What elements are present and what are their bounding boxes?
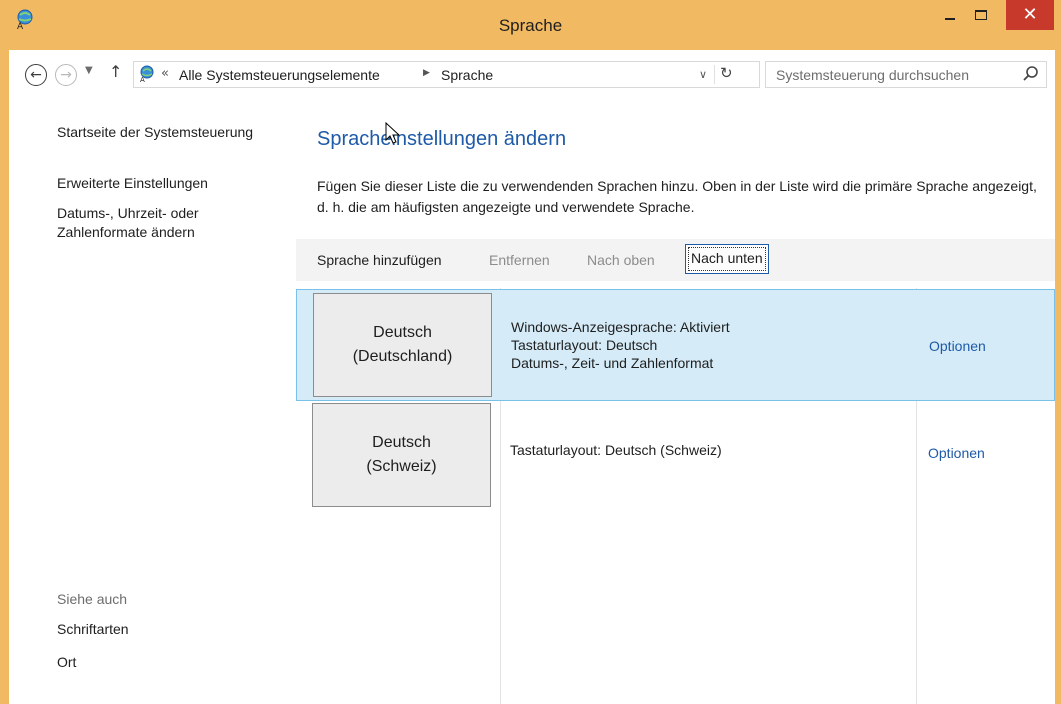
keyboard-layout: Tastaturlayout: Deutsch (511, 337, 658, 353)
remove-language-button[interactable]: Entfernen (486, 250, 553, 272)
search-box[interactable] (765, 61, 1047, 88)
breadcrumb-language[interactable]: Sprache (441, 67, 493, 83)
address-divider (714, 65, 715, 84)
language-name: Deutsch (372, 434, 431, 451)
options-link[interactable]: Optionen (928, 445, 985, 461)
maximize-button[interactable] (966, 0, 996, 30)
mouse-cursor-icon (385, 122, 401, 144)
language-details: Tastaturlayout: Deutsch (Schweiz) (510, 441, 910, 459)
refresh-icon[interactable]: ↻ (720, 64, 733, 82)
maximize-icon (975, 10, 987, 20)
language-tile[interactable]: Deutsch (Deutschland) (313, 293, 492, 397)
language-row-german-germany[interactable]: Deutsch (Deutschland) Windows-Anzeigespr… (296, 289, 1055, 401)
title-bar[interactable]: A Sprache ✕ (0, 0, 1061, 50)
address-bar[interactable]: A « Alle Systemsteuerungselemente ▶ Spra… (133, 61, 760, 88)
window-title: Sprache (498, 16, 563, 35)
breadcrumb-overflow-chevron[interactable]: « (161, 66, 169, 81)
display-language-status: Windows-Anzeigesprache: Aktiviert (511, 319, 730, 335)
language-details: Windows-Anzeigesprache: Aktiviert Tastat… (511, 318, 911, 372)
page-description: Fügen Sie dieser Liste die zu verwendend… (317, 178, 1037, 215)
language-name: Deutsch (373, 324, 432, 341)
svg-text:A: A (140, 76, 145, 83)
see-also-heading: Siehe auch (57, 591, 128, 607)
sidebar: Startseite der Systemsteuerung Erweitert… (9, 98, 294, 704)
language-region: (Deutschland) (352, 348, 453, 365)
address-dropdown-icon[interactable]: ∨ (699, 68, 707, 81)
language-region: (Schweiz) (366, 458, 437, 475)
sidebar-link-home[interactable]: Startseite der Systemsteuerung (57, 123, 253, 142)
move-up-button[interactable]: Nach oben (584, 250, 658, 272)
up-button[interactable]: ↑ (109, 62, 122, 81)
forward-button[interactable]: → (55, 64, 77, 86)
language-list: Deutsch (Deutschland) Windows-Anzeigespr… (296, 288, 1055, 704)
sidebar-link-date-formats[interactable]: Datums-, Uhrzeit- oder Zahlenformate änd… (57, 204, 257, 242)
format-info: Datums-, Zeit- und Zahlenformat (511, 355, 714, 371)
language-icon: A (140, 65, 154, 83)
minimize-button[interactable] (936, 0, 964, 30)
breadcrumb-all-items[interactable]: Alle Systemsteuerungselemente (179, 67, 380, 83)
minimize-icon (945, 18, 955, 20)
keyboard-layout: Tastaturlayout: Deutsch (Schweiz) (510, 442, 722, 458)
add-language-button[interactable]: Sprache hinzufügen (314, 250, 445, 272)
navigation-bar: ← → ▼ ↑ A « Alle Systemsteuerungselement… (9, 50, 1055, 98)
content-area: Startseite der Systemsteuerung Erweitert… (9, 98, 1055, 704)
back-button[interactable]: ← (25, 64, 47, 86)
main-panel: Spracheinstellungen ändern Fügen Sie die… (296, 98, 1055, 704)
options-link[interactable]: Optionen (929, 338, 986, 354)
language-tile[interactable]: Deutsch (Schweiz) (312, 403, 491, 507)
language-row-german-switzerland[interactable]: Deutsch (Schweiz) Tastaturlayout: Deutsc… (296, 400, 1055, 512)
breadcrumb-separator-icon[interactable]: ▶ (423, 68, 430, 78)
recent-locations-dropdown[interactable]: ▼ (85, 65, 93, 76)
page-title: Spracheinstellungen ändern (317, 128, 567, 150)
search-input[interactable] (766, 62, 1016, 87)
move-down-button[interactable]: Nach unten (685, 244, 769, 274)
close-icon: ✕ (1022, 4, 1038, 25)
search-icon[interactable] (1022, 65, 1040, 83)
close-button[interactable]: ✕ (1006, 0, 1054, 30)
control-panel-window: A Sprache ✕ ← → ▼ ↑ A « Alle Systemsteue… (0, 0, 1061, 704)
sidebar-link-fonts[interactable]: Schriftarten (57, 620, 129, 639)
language-toolbar: Sprache hinzufügen Entfernen Nach oben N… (296, 239, 1055, 281)
sidebar-link-advanced-settings[interactable]: Erweiterte Einstellungen (57, 174, 208, 193)
sidebar-link-location[interactable]: Ort (57, 653, 76, 672)
